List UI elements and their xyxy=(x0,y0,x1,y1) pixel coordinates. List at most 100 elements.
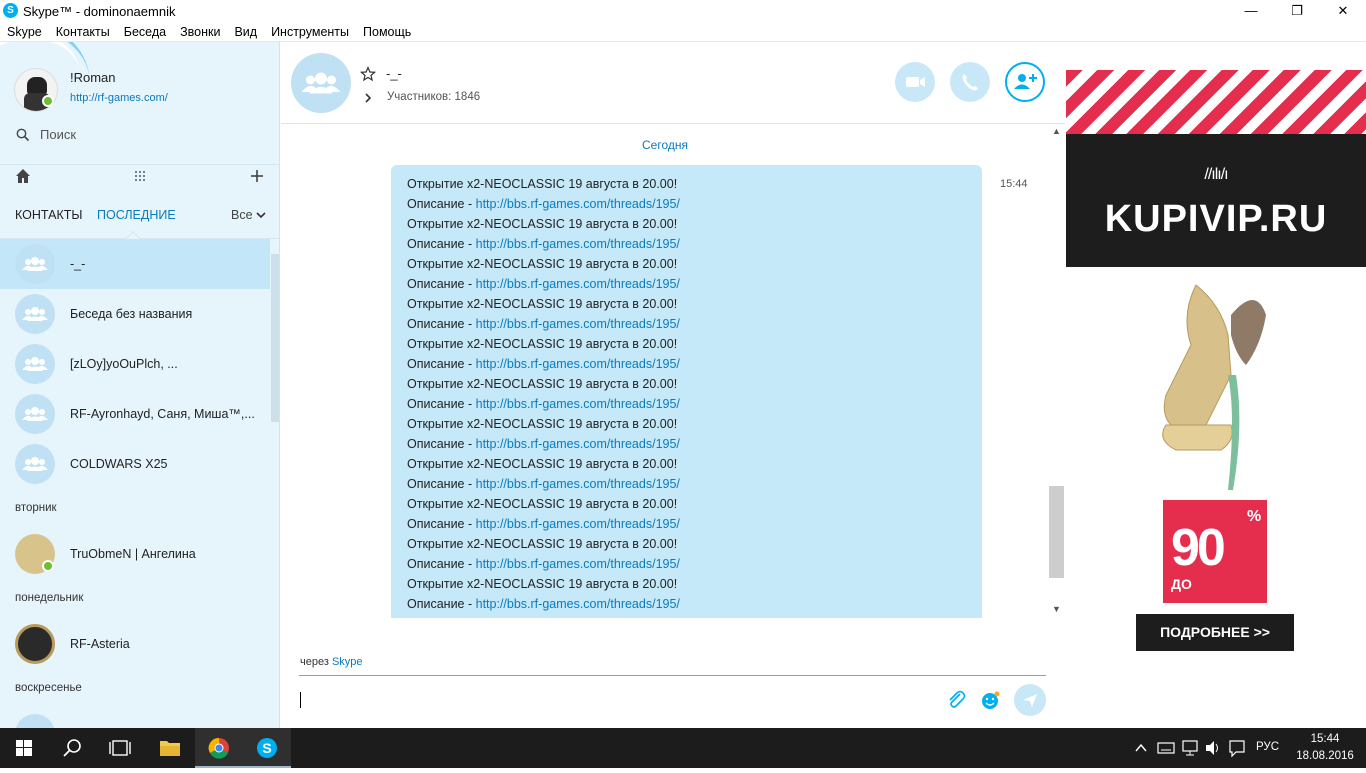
minimize-button[interactable]: — xyxy=(1228,0,1274,22)
chrome-icon xyxy=(208,737,229,759)
via-skype-link[interactable]: Skype xyxy=(332,656,363,668)
menu-tools[interactable]: Инструменты xyxy=(264,22,356,39)
conversation-item[interactable]: RF-Asteria xyxy=(0,619,270,669)
message-link[interactable]: http://bbs.rf-games.com/threads/195/ xyxy=(476,277,680,291)
conversation-item[interactable]: -_- xyxy=(0,239,270,289)
profile-name[interactable]: !Roman xyxy=(70,70,116,85)
add-icon[interactable] xyxy=(250,169,264,183)
skype-taskbar-button[interactable]: S xyxy=(243,728,291,768)
ad-brand: KUPIVIP.RU xyxy=(1104,198,1328,240)
clock[interactable]: 15:44 18.08.2016 xyxy=(1296,731,1354,765)
call-button[interactable] xyxy=(950,62,990,102)
menu-help[interactable]: Помощь xyxy=(356,22,418,39)
profile-mood-link[interactable]: http://rf-games.com/ xyxy=(70,92,168,104)
chrome-button[interactable] xyxy=(195,728,243,768)
add-participant-button[interactable] xyxy=(1005,62,1045,102)
message-link[interactable]: http://bbs.rf-games.com/threads/195/ xyxy=(476,517,680,531)
message-line: Открытие x2-NEOCLASSIC 19 августа в 20.0… xyxy=(407,294,982,314)
menu-bar: Skype Контакты Беседа Звонки Вид Инструменты П… xyxy=(0,22,1366,42)
dialpad-icon[interactable] xyxy=(134,170,146,182)
send-button[interactable] xyxy=(1014,684,1046,716)
tab-contacts[interactable]: КОНТАКТЫ xyxy=(15,208,82,222)
chevron-right-icon[interactable] xyxy=(364,93,372,103)
message-line: Описание - http://bbs.rf-games.com/threa… xyxy=(407,274,982,294)
chevron-up-icon[interactable] xyxy=(1134,728,1148,768)
message-link[interactable]: http://bbs.rf-games.com/threads/195/ xyxy=(476,597,680,611)
conversation-item[interactable]: [zLOy]yoOuPlch, ... xyxy=(0,339,270,389)
menu-contacts[interactable]: Контакты xyxy=(49,22,117,39)
chat-title[interactable]: -_- xyxy=(386,66,402,81)
filter-dropdown[interactable]: Все xyxy=(231,208,266,222)
home-icon[interactable] xyxy=(15,168,31,184)
task-view-icon xyxy=(109,740,131,756)
message-text: Описание - xyxy=(407,437,476,451)
emoticon-button[interactable] xyxy=(975,685,1005,715)
message-link[interactable]: http://bbs.rf-games.com/threads/195/ xyxy=(476,317,680,331)
chat-avatar[interactable] xyxy=(291,53,351,113)
message-text: Описание - xyxy=(407,397,476,411)
group-avatar xyxy=(15,444,55,484)
message-text: Открытие x2-NEOCLASSIC 19 августа в 20.0… xyxy=(407,377,678,391)
start-button[interactable] xyxy=(0,728,48,768)
message-bubble[interactable]: Открытие x2-NEOCLASSIC 19 августа в 20.0… xyxy=(391,165,982,618)
file-explorer-button[interactable] xyxy=(146,728,194,768)
message-text: Открытие x2-NEOCLASSIC 19 августа в 20.0… xyxy=(407,497,678,511)
advertisement[interactable]: //ılı/ı KUPIVIP.RU 90 % ДО ПОДРОБНЕЕ >> xyxy=(1066,70,1366,670)
menu-view[interactable]: Вид xyxy=(227,22,264,39)
message-input[interactable] xyxy=(299,678,939,722)
keyboard-icon[interactable] xyxy=(1157,728,1175,768)
conversation-item[interactable]: RF-Ayronhayd, Саня, Миша™,... xyxy=(0,389,270,439)
search-icon xyxy=(63,739,81,757)
scroll-thumb[interactable] xyxy=(1049,486,1064,578)
close-button[interactable]: ✕ xyxy=(1320,0,1366,22)
conversation-name: Беседа без названия xyxy=(70,307,193,321)
scroll-up-icon[interactable]: ▲ xyxy=(1049,126,1064,140)
video-call-button[interactable] xyxy=(895,62,935,102)
notifications-icon[interactable] xyxy=(1228,728,1246,768)
message-link[interactable]: http://bbs.rf-games.com/threads/195/ xyxy=(476,357,680,371)
message-link[interactable]: http://bbs.rf-games.com/threads/195/ xyxy=(476,397,680,411)
scroll-down-icon[interactable]: ▼ xyxy=(1049,604,1064,618)
clock-time: 15:44 xyxy=(1310,733,1340,745)
message-text: Описание - xyxy=(407,317,476,331)
message-link[interactable]: http://bbs.rf-games.com/threads/195/ xyxy=(476,197,680,211)
conversation-item[interactable] xyxy=(0,709,270,728)
sidebar-scrollbar[interactable] xyxy=(271,254,279,422)
conversation-item[interactable]: Беседа без названия xyxy=(0,289,270,339)
message-text: Открытие x2-NEOCLASSIC 19 августа в 20.0… xyxy=(407,537,678,551)
message-text: Открытие x2-NEOCLASSIC 19 августа в 20.0… xyxy=(407,577,678,591)
menu-conversation[interactable]: Беседа xyxy=(117,22,173,39)
search-taskbar-button[interactable] xyxy=(48,728,96,768)
conversation-name: TruObmeN | Ангелина xyxy=(70,547,196,561)
ad-stripes xyxy=(1066,70,1366,134)
conversation-item[interactable]: TruObmeN | Ангелина xyxy=(0,529,270,579)
chat-scrollbar[interactable]: ▲ ▼ xyxy=(1049,126,1064,618)
ad-more-button[interactable]: ПОДРОБНЕЕ >> xyxy=(1136,614,1294,651)
video-camera-icon xyxy=(906,77,925,87)
filter-label: Все xyxy=(231,208,253,222)
conversation-item[interactable]: COLDWARS X25 xyxy=(0,439,270,489)
attach-button[interactable] xyxy=(941,685,971,715)
message-link[interactable]: http://bbs.rf-games.com/threads/195/ xyxy=(476,477,680,491)
search-box[interactable]: Поиск xyxy=(14,124,264,146)
group-avatar xyxy=(15,344,55,384)
message-link[interactable]: http://bbs.rf-games.com/threads/195/ xyxy=(476,237,680,251)
menu-calls[interactable]: Звонки xyxy=(173,22,227,39)
group-icon xyxy=(22,457,48,471)
text-caret xyxy=(300,692,301,708)
maximize-button[interactable]: ❐ xyxy=(1274,0,1320,22)
language-indicator[interactable]: РУС xyxy=(1256,741,1279,753)
online-status-icon xyxy=(42,95,54,107)
task-view-button[interactable] xyxy=(96,728,144,768)
message-link[interactable]: http://bbs.rf-games.com/threads/195/ xyxy=(476,557,680,571)
brand-logo-icon: //ılı/ı xyxy=(1204,166,1228,183)
tab-recent[interactable]: ПОСЛЕДНИЕ xyxy=(97,208,176,222)
message-text: Описание - xyxy=(407,277,476,291)
svg-text:S: S xyxy=(262,740,271,756)
conversation-name: COLDWARS X25 xyxy=(70,457,168,471)
message-link[interactable]: http://bbs.rf-games.com/threads/195/ xyxy=(476,437,680,451)
menu-skype[interactable]: Skype xyxy=(0,22,49,39)
volume-icon[interactable] xyxy=(1204,728,1222,768)
star-icon[interactable] xyxy=(360,66,376,82)
network-icon[interactable] xyxy=(1181,728,1199,768)
